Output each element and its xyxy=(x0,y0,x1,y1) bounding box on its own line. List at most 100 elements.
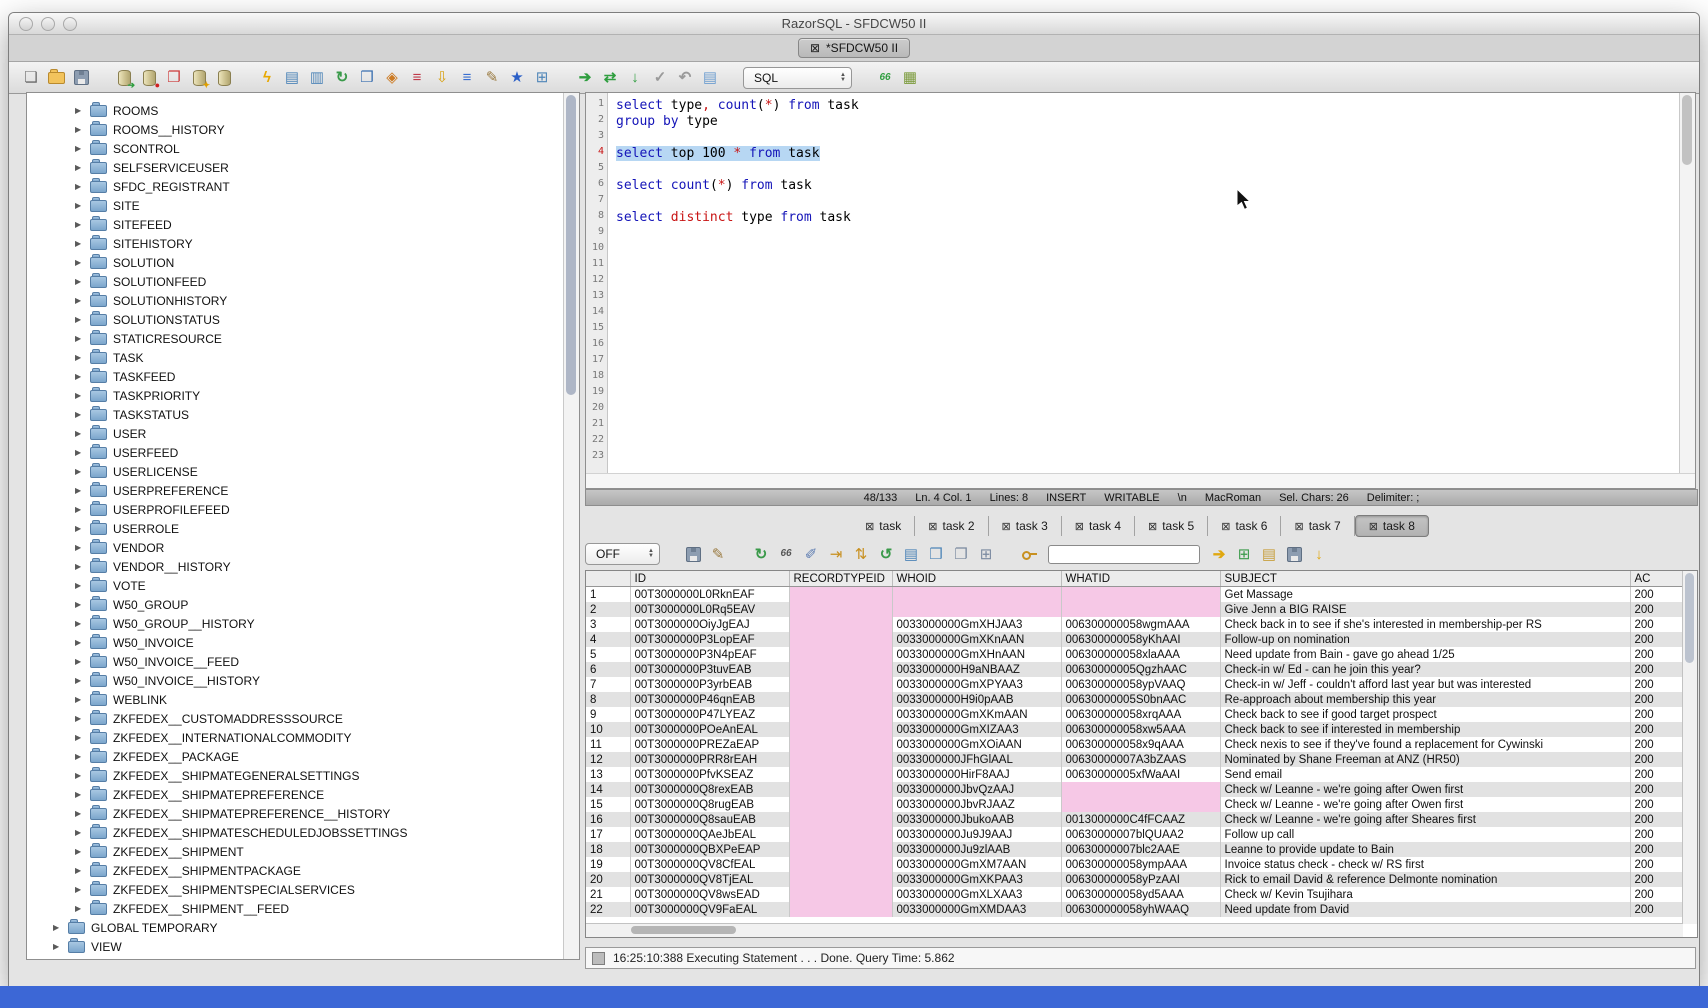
table-row[interactable]: 2100T3000000QV8wsEAD0033000000GmXLXAA300… xyxy=(586,887,1682,902)
tree-item-rooms[interactable]: ▶ROOMS xyxy=(27,101,564,120)
tree-item-zkfedex__package[interactable]: ▶ZKFEDEX__PACKAGE xyxy=(27,747,564,766)
tree-item-taskfeed[interactable]: ▶TASKFEED xyxy=(27,367,564,386)
cell-whoid[interactable]: 0033000000Ju9zlAAB xyxy=(892,842,1061,857)
cell-whatid[interactable]: 006300000058yPzAAI xyxy=(1061,872,1220,887)
column-header[interactable]: WHOID xyxy=(892,571,1061,587)
code-line[interactable] xyxy=(616,418,1680,434)
tree-item-solutionfeed[interactable]: ▶SOLUTIONFEED xyxy=(27,272,564,291)
disclosure-triangle-icon[interactable]: ▶ xyxy=(75,144,84,153)
tree-item-taskpriority[interactable]: ▶TASKPRIORITY xyxy=(27,386,564,405)
tree-item-w50_invoice[interactable]: ▶W50_INVOICE xyxy=(27,633,564,652)
tree-item-task[interactable]: ▶TASK xyxy=(27,348,564,367)
cell-ac[interactable]: 200 xyxy=(1630,827,1682,842)
close-tab-icon[interactable]: ⊠ xyxy=(865,520,874,533)
cell-id[interactable]: 00T3000000QV9FaEAL xyxy=(630,902,789,917)
tree-item-zkfedex__shipmatescheduledjobssettings[interactable]: ▶ZKFEDEX__SHIPMATESCHEDULEDJOBSSETTINGS xyxy=(27,823,564,842)
code-line[interactable] xyxy=(616,258,1680,274)
cell-whoid[interactable]: 0033000000GmXHnAAN xyxy=(892,647,1061,662)
disclosure-triangle-icon[interactable]: ▶ xyxy=(75,182,84,191)
tree-item-sitehistory[interactable]: ▶SITEHISTORY xyxy=(27,234,564,253)
tree-item-vendor[interactable]: ▶VENDOR xyxy=(27,538,564,557)
grid-horizontal-scrollbar[interactable] xyxy=(586,923,1683,937)
table-row[interactable]: 1600T3000000Q8sauEAB0033000000JbukoAAB00… xyxy=(586,812,1682,827)
cell-rownum[interactable]: 1 xyxy=(586,587,630,603)
table-row[interactable]: 200T3000000L0Rq5EAVGive Jenn a BIG RAISE… xyxy=(586,602,1682,617)
cell-whoid[interactable]: 0033000000GmXMDAA3 xyxy=(892,902,1061,917)
cell-whoid[interactable]: 0033000000GmXKPAA3 xyxy=(892,872,1061,887)
cell-whatid[interactable]: 006300000058x9qAAA xyxy=(1061,737,1220,752)
cell-rownum[interactable]: 3 xyxy=(586,617,630,632)
cell-ac[interactable]: 200 xyxy=(1630,872,1682,887)
table-row[interactable]: 1200T3000000PRR8rEAH0033000000JFhGlAAL00… xyxy=(586,752,1682,767)
tree-item-user[interactable]: ▶USER xyxy=(27,424,564,443)
disclosure-triangle-icon[interactable]: ▶ xyxy=(75,296,84,305)
cell-id[interactable]: 00T3000000P46qnEAB xyxy=(630,692,789,707)
refresh-icon[interactable]: ↻ xyxy=(332,68,352,88)
refresh-results-icon[interactable]: ↻ xyxy=(751,544,771,564)
undo-icon[interactable]: ↶ xyxy=(675,68,695,88)
execute-all-icon[interactable]: ⇄ xyxy=(600,68,620,88)
cell-subject[interactable]: Leanne to provide update to Bain xyxy=(1220,842,1630,857)
disclosure-triangle-icon[interactable]: ▶ xyxy=(75,391,84,400)
copy-results-icon[interactable]: ❐ xyxy=(164,68,184,88)
disclosure-triangle-icon[interactable]: ▶ xyxy=(75,581,84,590)
cell-recordtypeid[interactable] xyxy=(789,767,892,782)
result-tab-task-3[interactable]: ⊠task 3 xyxy=(989,516,1062,536)
cell-ac[interactable]: 200 xyxy=(1630,797,1682,812)
result-tab-task-5[interactable]: ⊠task 5 xyxy=(1135,516,1208,536)
cell-ac[interactable]: 200 xyxy=(1630,767,1682,782)
table-row[interactable]: 1800T3000000QBXPeEAP0033000000Ju9zlAAB00… xyxy=(586,842,1682,857)
cell-subject[interactable]: Get Massage xyxy=(1220,587,1630,603)
tree-item-zkfedex__shipmentpackage[interactable]: ▶ZKFEDEX__SHIPMENTPACKAGE xyxy=(27,861,564,880)
validate-icon[interactable]: ✓ xyxy=(650,68,670,88)
disclosure-triangle-icon[interactable]: ▶ xyxy=(75,220,84,229)
results-options-icon[interactable]: ▦ xyxy=(900,68,920,88)
cell-subject[interactable]: Need update from Bain - gave go ahead 1/… xyxy=(1220,647,1630,662)
view-data-icon[interactable]: 66 xyxy=(776,544,796,564)
tree-item-userprofilefeed[interactable]: ▶USERPROFILEFEED xyxy=(27,500,564,519)
table-row[interactable]: 1100T3000000PREZaEAP0033000000GmXOiAAN00… xyxy=(586,737,1682,752)
cell-whatid[interactable]: 006300000058ympAAA xyxy=(1061,857,1220,872)
cell-id[interactable]: 00T3000000OiyJgEAJ xyxy=(630,617,789,632)
code-line[interactable] xyxy=(616,322,1680,338)
tree-item-userrole[interactable]: ▶USERROLE xyxy=(27,519,564,538)
table-row[interactable]: 300T3000000OiyJgEAJ0033000000GmXHJAA3006… xyxy=(586,617,1682,632)
cell-rownum[interactable]: 10 xyxy=(586,722,630,737)
grid-vscrollbar-thumb[interactable] xyxy=(1685,573,1694,663)
cell-whatid[interactable]: 006300000058yd5AAA xyxy=(1061,887,1220,902)
cell-subject[interactable]: Send email xyxy=(1220,767,1630,782)
cell-id[interactable]: 00T3000000P3tuvEAB xyxy=(630,662,789,677)
document-icon[interactable]: ▤ xyxy=(700,68,720,88)
cell-rownum[interactable]: 13 xyxy=(586,767,630,782)
grid-vertical-scrollbar[interactable] xyxy=(1682,571,1697,924)
disclosure-triangle-icon[interactable]: ▶ xyxy=(75,467,84,476)
tree-item-vote[interactable]: ▶VOTE xyxy=(27,576,564,595)
cell-whoid[interactable]: 0033000000H9aNBAAZ xyxy=(892,662,1061,677)
code-line[interactable] xyxy=(616,194,1680,210)
tree-item-view[interactable]: ▶VIEW xyxy=(27,937,564,956)
disclosure-triangle-icon[interactable]: ▶ xyxy=(75,847,84,856)
cell-whatid[interactable]: 00630000005QgzhAAC xyxy=(1061,662,1220,677)
cell-whoid[interactable]: 0033000000GmXHJAA3 xyxy=(892,617,1061,632)
execute-sql-icon[interactable]: ϟ xyxy=(257,68,277,88)
code-line[interactable]: select count(*) from task xyxy=(616,178,1680,194)
cell-rownum[interactable]: 22 xyxy=(586,902,630,917)
cell-rownum[interactable]: 15 xyxy=(586,797,630,812)
cell-subject[interactable]: Check w/ Leanne - we're going after Owen… xyxy=(1220,797,1630,812)
sort-rows-icon[interactable]: ⇅ xyxy=(851,544,871,564)
disclosure-triangle-icon[interactable]: ▶ xyxy=(75,106,84,115)
cell-ac[interactable]: 200 xyxy=(1630,692,1682,707)
cell-rownum[interactable]: 9 xyxy=(586,707,630,722)
tree-item-zkfedex__shipmatepreference[interactable]: ▶ZKFEDEX__SHIPMATEPREFERENCE xyxy=(27,785,564,804)
cell-subject[interactable]: Check nexis to see if they've found a re… xyxy=(1220,737,1630,752)
edit-table-icon[interactable]: ▤ xyxy=(282,68,302,88)
cell-ac[interactable]: 200 xyxy=(1630,617,1682,632)
code-line[interactable] xyxy=(616,274,1680,290)
cell-ac[interactable]: 200 xyxy=(1630,737,1682,752)
cell-subject[interactable]: Check w/ Leanne - we're going after Shea… xyxy=(1220,812,1630,827)
edit-sql-icon[interactable]: ✎ xyxy=(482,68,502,88)
close-document-icon[interactable]: ⊠ xyxy=(810,41,820,55)
cell-whoid[interactable] xyxy=(892,602,1061,617)
cell-subject[interactable]: Check back to see if interested in membe… xyxy=(1220,722,1630,737)
cell-ac[interactable]: 200 xyxy=(1630,782,1682,797)
